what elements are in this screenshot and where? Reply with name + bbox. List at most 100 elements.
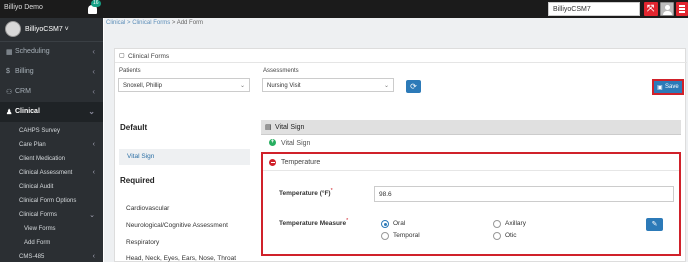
radio-otic-label: Otic xyxy=(505,232,517,239)
required-item-cardiovascular[interactable]: Cardiovascular xyxy=(126,205,169,212)
sidebar-item-billing[interactable]: $ Billing ‹ xyxy=(0,62,103,82)
chevron-down-icon: ⌄ xyxy=(89,212,95,219)
sidebar-item-label: Add Form xyxy=(24,240,51,246)
sidebar-profile[interactable]: BilliyoCSM7 ˅ xyxy=(0,18,103,42)
breadcrumb-current: Add Form xyxy=(176,20,204,26)
chevron-down-icon: ⌄ xyxy=(88,107,95,116)
breadcrumb-clinical[interactable]: Clinical xyxy=(106,20,125,26)
minus-circle-icon xyxy=(269,159,276,166)
sidebar-item-label: Billing xyxy=(15,68,34,75)
temperature-measure-label-text: Temperature Measure xyxy=(279,220,347,228)
temperature-label-text: Temperature (°F) xyxy=(279,190,331,198)
required-mark: * xyxy=(330,188,333,194)
collapse-icon[interactable]: ⤧ xyxy=(644,2,658,16)
temperature-section: Temperature xyxy=(261,152,681,256)
default-item-label: Vital Sign xyxy=(127,153,155,160)
user-avatar-icon[interactable] xyxy=(660,2,674,16)
sidebar-item-clinical-forms[interactable]: Clinical Forms ⌄ xyxy=(0,208,103,222)
assessments-select-value: Nursing Visit xyxy=(267,83,301,89)
required-mark: * xyxy=(346,218,349,224)
save-button-label: Save xyxy=(665,84,679,90)
user-chip[interactable]: BilliyoCSM7 xyxy=(548,2,640,16)
sidebar-item-label: Client Medication xyxy=(19,156,66,162)
sidebar-item-clinical[interactable]: ♟ Clinical ⌄ xyxy=(0,102,103,122)
sidebar-item-cahps-survey[interactable]: CAHPS Survey xyxy=(0,124,103,138)
sidebar-item-clinical-form-options[interactable]: Clinical Form Options xyxy=(0,194,103,208)
patients-label: Patients xyxy=(119,68,141,74)
vital-sign-subsection[interactable]: + Vital Sign xyxy=(263,137,681,151)
temperature-input[interactable]: 98.6 xyxy=(374,186,674,202)
sidebar-item-label: Clinical Forms xyxy=(19,212,58,218)
sidebar: BilliyoCSM7 ˅ ▦ Scheduling ‹ $ Billing ‹… xyxy=(0,18,103,262)
sidebar-item-care-plan[interactable]: Care Plan ‹ xyxy=(0,138,103,152)
edit-button[interactable]: ✎ xyxy=(646,218,663,231)
brand-name: Billiyo Demo xyxy=(4,4,43,11)
refresh-button[interactable]: ⟳ xyxy=(406,80,421,93)
sidebar-item-label: CAHPS Survey xyxy=(19,128,61,134)
radio-selected-icon xyxy=(381,220,389,228)
temperature-section-title: Temperature xyxy=(281,159,321,166)
default-item-vital-sign[interactable]: Vital Sign xyxy=(119,149,250,165)
assessments-select[interactable]: Nursing Visit ⌄ xyxy=(262,78,394,92)
breadcrumb-clinical-forms[interactable]: Clinical Forms xyxy=(132,20,170,26)
chevron-down-icon: ⌄ xyxy=(239,83,245,89)
sidebar-item-add-form[interactable]: Add Form xyxy=(0,236,103,250)
chevron-left-icon: ‹ xyxy=(92,169,95,176)
profile-name: BilliyoCSM7 ˅ xyxy=(25,26,69,33)
menu-icon[interactable] xyxy=(676,2,688,16)
patients-select[interactable]: Snoxell, Phillip ⌄ xyxy=(118,78,250,92)
panel-header: ▢ Clinical Forms xyxy=(115,49,687,63)
radio-unselected-icon xyxy=(493,220,501,228)
temperature-measure-label: Temperature Measure* xyxy=(279,218,348,227)
radio-axillary-label: Axillary xyxy=(505,220,526,227)
users-icon: ⚇ xyxy=(6,89,13,96)
eraser-icon: ✎ xyxy=(651,221,658,228)
default-heading: Default xyxy=(120,123,148,132)
plus-circle-icon: + xyxy=(269,139,276,146)
sidebar-item-crm[interactable]: ⚇ CRM ‹ xyxy=(0,82,103,102)
chevron-left-icon: ‹ xyxy=(92,253,95,260)
patients-select-value: Snoxell, Phillip xyxy=(123,83,163,89)
temperature-label: Temperature (°F)* xyxy=(279,188,333,197)
notifications-bell-icon[interactable]: 16 xyxy=(86,0,101,16)
required-item-respiratory[interactable]: Respiratory xyxy=(126,239,159,246)
avatar xyxy=(5,21,21,37)
sidebar-item-label: Clinical Audit xyxy=(19,184,54,190)
chevron-left-icon: ‹ xyxy=(92,47,95,56)
temperature-input-value: 98.6 xyxy=(379,191,392,198)
chevron-left-icon: ‹ xyxy=(92,67,95,76)
sidebar-item-client-medication[interactable]: Client Medication xyxy=(0,152,103,166)
required-heading: Required xyxy=(120,176,155,185)
required-item-neurological[interactable]: Neurological/Cognitive Assessment xyxy=(126,222,228,229)
calendar-icon: ▦ xyxy=(6,49,13,56)
required-item-heent[interactable]: Head, Neck, Eyes, Ears, Nose, Throat xyxy=(126,255,236,262)
sidebar-item-label: Clinical xyxy=(15,108,40,115)
chevron-left-icon: ‹ xyxy=(92,87,95,96)
sidebar-item-clinical-assessment[interactable]: Clinical Assessment ‹ xyxy=(0,166,103,180)
chevron-left-icon: ‹ xyxy=(92,141,95,148)
sidebar-item-label: Care Plan xyxy=(19,142,46,148)
top-bar: Billiyo Demo 16 BilliyoCSM7 ⤧ xyxy=(0,0,688,18)
radio-temporal-label: Temporal xyxy=(393,232,420,239)
sidebar-item-label: Clinical Assessment xyxy=(19,170,73,176)
vital-sign-section-header: ▤ Vital Sign xyxy=(261,120,681,135)
vital-sign-section-title: Vital Sign xyxy=(275,124,305,131)
radio-unselected-icon xyxy=(381,232,389,240)
sidebar-item-label: View Forms xyxy=(24,226,56,232)
sidebar-item-view-forms[interactable]: View Forms xyxy=(0,222,103,236)
sidebar-item-label: CRM xyxy=(15,88,31,95)
user-md-icon: ♟ xyxy=(6,109,13,116)
breadcrumb: Clinical > Clinical Forms > Add Form xyxy=(106,20,203,26)
assessments-label: Assessments xyxy=(263,68,299,74)
dollar-icon: $ xyxy=(6,68,10,75)
sidebar-item-clinical-audit[interactable]: Clinical Audit xyxy=(0,180,103,194)
sidebar-item-cms-485[interactable]: CMS-485 ‹ xyxy=(0,250,103,262)
sidebar-item-scheduling[interactable]: ▦ Scheduling ‹ xyxy=(0,42,103,62)
sidebar-item-label: CMS-485 xyxy=(19,254,45,260)
temperature-section-header[interactable]: Temperature xyxy=(263,154,679,171)
window-icon: ▢ xyxy=(119,53,125,59)
chevron-down-icon: ⌄ xyxy=(383,83,389,89)
sidebar-item-label: Scheduling xyxy=(15,48,50,55)
sidebar-item-label: Clinical Form Options xyxy=(19,198,77,204)
save-button[interactable]: ▣ Save xyxy=(652,79,684,95)
